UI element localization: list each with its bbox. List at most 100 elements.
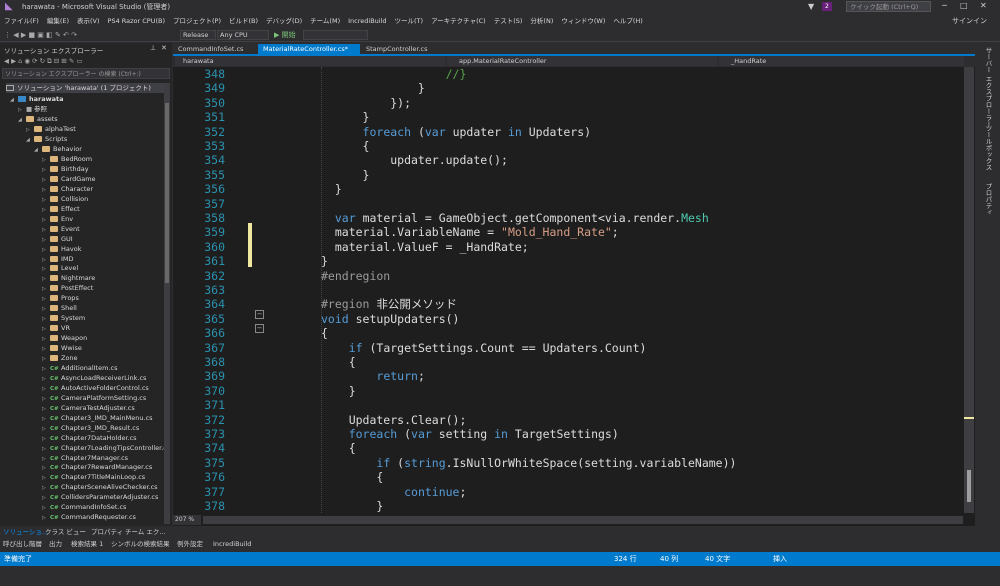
tree-folder[interactable]: ▷ Event — [42, 224, 80, 234]
side-panel-tab[interactable]: サーバー エクスプローラー — [983, 47, 993, 127]
notification-badge[interactable]: 2 — [822, 2, 832, 11]
tree-scripts[interactable]: ◢ Scripts — [26, 134, 67, 144]
tree-file[interactable]: ▷ C# Chapter7RewardManager.cs — [42, 462, 152, 472]
tree-folder[interactable]: ▷ Props — [42, 293, 79, 303]
tree-behavior[interactable]: ◢ Behavior — [34, 144, 82, 154]
menu-item[interactable]: ヘルプ(H) — [609, 14, 646, 28]
tree-file[interactable]: ▷ C# Chapter7DataHolder.cs — [42, 433, 137, 443]
output-tab[interactable]: 出力 — [49, 538, 62, 550]
panel-tab[interactable]: クラス ビュー — [45, 526, 86, 538]
tree-file[interactable]: ▷ C# Chapter3_IMD_MainMenu.cs — [42, 413, 153, 423]
tree-folder[interactable]: ▷ Character — [42, 184, 93, 194]
output-tab[interactable]: シンボルの検索結果 — [111, 538, 170, 550]
tree-project[interactable]: ◢ harawata — [10, 94, 64, 104]
tree-file[interactable]: ▷ C# Chapter7LoadingTipsController.cs — [42, 443, 170, 453]
menu-item[interactable]: IncrediBuild — [344, 14, 390, 28]
menu-item[interactable]: デバッグ(D) — [262, 14, 306, 28]
tree-folder[interactable]: ▷ Env — [42, 214, 73, 224]
nav-member-dropdown[interactable]: _HandRate — [719, 56, 964, 66]
tree-folder[interactable]: ▷ System — [42, 313, 85, 323]
expand-arrow-icon[interactable]: ◢ — [10, 95, 18, 105]
tree-folder[interactable]: ▷ GUI — [42, 234, 73, 244]
target-dropdown[interactable] — [303, 30, 368, 40]
tree-file[interactable]: ▷ C# CollidersParameterAdjuster.cs — [42, 492, 158, 502]
tree-file[interactable]: ▷ C# Chapter3_IMD_Result.cs — [42, 423, 139, 433]
side-panel-tab[interactable]: ツールボックス — [983, 125, 993, 171]
platform-dropdown[interactable]: Any CPU — [217, 30, 269, 40]
tree-folder[interactable]: ▷ BedRoom — [42, 154, 92, 164]
menu-item[interactable]: ツール(T) — [391, 14, 428, 28]
config-dropdown[interactable]: Release — [180, 30, 216, 40]
tree-folder[interactable]: ▷ PostEffect — [42, 283, 93, 293]
tree-folder[interactable]: ▷ Wwise — [42, 343, 82, 353]
tree-file[interactable]: ▷ C# Chapter7TitleMainLoop.cs — [42, 472, 145, 482]
collapse-arrow-icon[interactable]: ▷ — [42, 513, 50, 523]
tree-folder[interactable]: ▷ Havok — [42, 244, 81, 254]
tree-file[interactable]: ▷ C# AutoActiveFolderControl.cs — [42, 383, 149, 393]
menu-item[interactable]: PS4 Razor CPU(B) — [104, 14, 169, 28]
menu-item[interactable]: 分析(N) — [526, 14, 557, 28]
expand-arrow-icon[interactable]: ◢ — [26, 135, 34, 145]
maximize-button[interactable]: □ — [960, 1, 968, 10]
editor-tab[interactable]: MaterialRateController.cs* ✕ — [258, 44, 360, 64]
menu-item[interactable]: 編集(E) — [43, 14, 73, 28]
scrollbar-thumb[interactable] — [165, 103, 169, 283]
output-tab[interactable]: 例外設定 — [177, 538, 203, 550]
tree-folder[interactable]: ▷ CardGame — [42, 174, 96, 184]
tree-file[interactable]: ▷ C# CommandInfoSet.cs — [42, 502, 126, 512]
editor-tab[interactable]: CommandInfoSet.cs — [173, 44, 257, 55]
quick-launch-input[interactable]: クイック起動 (Ctrl+Q) — [846, 1, 931, 12]
tree-assets[interactable]: ◢ assets — [18, 114, 58, 124]
tree-folder[interactable]: ▷ Birthday — [42, 164, 89, 174]
output-tab[interactable]: 呼び出し階層 — [3, 538, 42, 550]
panel-tab[interactable]: プロパティ — [91, 526, 123, 538]
tree-folder[interactable]: ▷ Zone — [42, 353, 78, 363]
close-button[interactable]: ✕ — [980, 1, 987, 10]
tree-file[interactable]: ▷ C# CameraPlatformSetting.cs — [42, 393, 146, 403]
menu-item[interactable]: プロジェクト(P) — [169, 14, 225, 28]
signin-link[interactable]: サインイン — [952, 14, 987, 28]
menu-item[interactable]: アーキテクチャ(C) — [427, 14, 490, 28]
nav-project-dropdown[interactable]: harawata — [175, 56, 445, 66]
editor-tab[interactable]: StampController.cs — [361, 44, 431, 55]
tree-folder[interactable]: ▷ Level — [42, 263, 78, 273]
solution-search-input[interactable]: ソリューション エクスプローラー の検索 (Ctrl+:) — [2, 68, 170, 79]
code-viewport[interactable]: 348 349 350 351 352 353 354 355 356 357 358 359 360 3… — [173, 67, 963, 513]
solution-toolbar[interactable]: ◀ ▶ ⌂ ◉ ⟳ ↻ ⧉ ⊟ ⊞ ✎ ▭ — [4, 56, 82, 66]
tree-folder[interactable]: ▷ Shell — [42, 303, 77, 313]
tree-folder[interactable]: ▷ Nightmare — [42, 273, 95, 283]
panel-tab[interactable]: ソリューショ... — [3, 526, 48, 538]
zoom-level-dropdown[interactable]: 207 % — [173, 515, 201, 525]
tree-file[interactable]: ▷ C# AdditionalItem.cs — [42, 363, 117, 373]
menu-item[interactable]: テスト(S) — [490, 14, 527, 28]
fold-button-region[interactable]: − — [255, 310, 264, 319]
menu-item[interactable]: 表示(V) — [73, 14, 104, 28]
minimize-button[interactable]: ─ — [942, 1, 947, 10]
nav-class-dropdown[interactable]: app.MaterialRateController — [447, 56, 717, 66]
vertical-scrollbar[interactable] — [964, 67, 974, 513]
expand-arrow-icon[interactable]: ◢ — [34, 145, 42, 155]
pin-icon[interactable]: ⊥ — [150, 44, 156, 52]
output-tab[interactable]: IncrediBuild — [213, 538, 251, 550]
start-button[interactable]: ▶ 開始 — [274, 28, 296, 42]
tree-folder[interactable]: ▷ Collision — [42, 194, 88, 204]
filter-icon[interactable]: ▼ — [808, 2, 814, 11]
tree-folder[interactable]: ▷ Weapon — [42, 333, 87, 343]
panel-tab[interactable]: チーム エク... — [125, 526, 166, 538]
tree-file[interactable]: ▷ C# CommandRequester.cs — [42, 512, 136, 522]
tree-file[interactable]: ▷ C# CameraTestAdjuster.cs — [42, 403, 135, 413]
tree-references[interactable]: ▷ ■ 参照 — [18, 104, 47, 114]
output-tab[interactable]: 検索結果 1 — [71, 538, 103, 550]
side-panel-tab[interactable]: プロパティ — [983, 183, 993, 216]
menu-item[interactable]: ウィンドウ(W) — [557, 14, 609, 28]
tree-file[interactable]: ▷ C# Chapter7Manager.cs — [42, 453, 128, 463]
tree-alphatest[interactable]: ▷ alphaTest — [26, 124, 76, 134]
solution-scrollbar[interactable] — [164, 83, 170, 524]
menu-item[interactable]: ファイル(F) — [0, 14, 43, 28]
vertical-scroll-thumb[interactable] — [967, 470, 971, 502]
tree-folder[interactable]: ▷ VR — [42, 323, 70, 333]
tree-solution[interactable]: ソリューション 'harawata' (1 プロジェクト) — [6, 83, 168, 93]
toolbar-icons[interactable]: ⋮ ◀ ▶ ■ ▣ ◧ ✎ ↶ ↷ — [4, 28, 77, 42]
tree-folder[interactable]: ▷ Effect — [42, 204, 80, 214]
menu-item[interactable]: チーム(M) — [306, 14, 344, 28]
